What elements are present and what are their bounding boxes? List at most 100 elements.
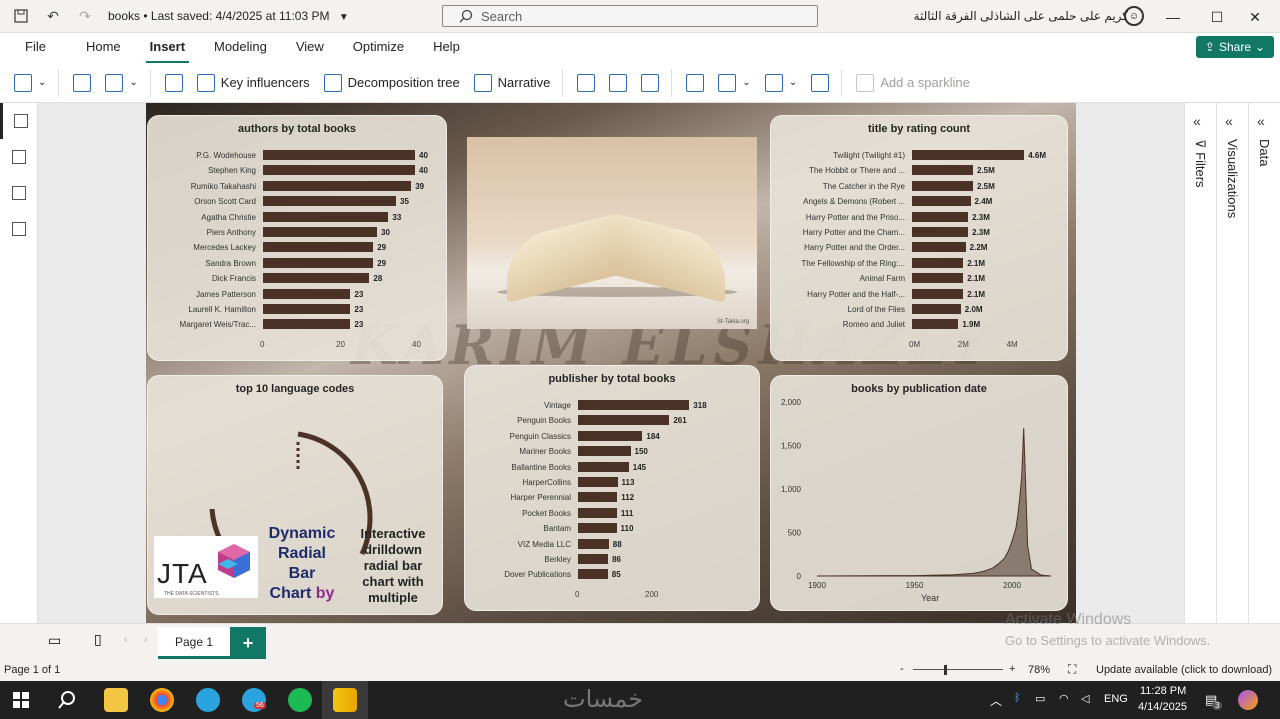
- fit-page-icon[interactable]: ⛶: [1068, 662, 1076, 677]
- telegram-icon[interactable]: [196, 688, 220, 712]
- area-chart[interactable]: 0 500 1,000 1,500 2,000 1900 1950 2000 Year: [771, 376, 1069, 612]
- user-name[interactable]: كريم على حلمى على الشاذلى الفرقة الثالثة: [914, 9, 1128, 23]
- bar[interactable]: [578, 492, 618, 503]
- narrative-button[interactable]: Narrative: [473, 73, 550, 92]
- bar[interactable]: [912, 319, 959, 330]
- bar[interactable]: [263, 319, 351, 330]
- spotify-icon[interactable]: [288, 688, 312, 712]
- publication-date-card[interactable]: books by publication date 0 500 1,000 1,500…: [770, 375, 1068, 611]
- search-input[interactable]: Search: [442, 5, 818, 27]
- power-apps-button[interactable]: [609, 73, 628, 92]
- bar[interactable]: [263, 165, 415, 176]
- bar[interactable]: [263, 288, 351, 299]
- image-button[interactable]: [811, 73, 830, 92]
- bar[interactable]: [578, 507, 617, 518]
- volume-icon[interactable]: ◁: [1081, 692, 1089, 705]
- bar[interactable]: [578, 430, 643, 441]
- add-sparkline-button[interactable]: Add a sparkline: [856, 73, 970, 92]
- file-explorer-icon[interactable]: [104, 688, 128, 712]
- bar[interactable]: [912, 257, 964, 268]
- language-indicator[interactable]: ENG: [1104, 693, 1128, 705]
- bar[interactable]: [578, 538, 609, 549]
- battery-icon[interactable]: ▭: [1035, 692, 1045, 705]
- windows-start-icon[interactable]: [13, 692, 29, 708]
- bar[interactable]: [263, 304, 351, 314]
- zoom-slider[interactable]: [913, 669, 1003, 670]
- bluetooth-icon[interactable]: ᛒ: [1014, 692, 1021, 704]
- next-page-icon[interactable]: ›: [144, 634, 147, 645]
- bar[interactable]: [912, 273, 964, 284]
- bar[interactable]: [263, 180, 412, 191]
- report-view-icon[interactable]: [0, 103, 38, 139]
- menu-home[interactable]: Home: [82, 33, 125, 63]
- chevron-left-icon[interactable]: «: [1193, 113, 1201, 129]
- zoom-in-icon[interactable]: +: [1009, 663, 1015, 675]
- bar[interactable]: [578, 554, 609, 564]
- chevron-left-icon[interactable]: «: [1225, 113, 1233, 129]
- bar[interactable]: [263, 227, 377, 237]
- table-view-icon[interactable]: [0, 139, 38, 175]
- bar[interactable]: [578, 477, 618, 487]
- bar[interactable]: [578, 461, 629, 472]
- update-link[interactable]: Update available (click to download): [1096, 664, 1272, 676]
- desktop-layout-icon[interactable]: ▭: [48, 632, 61, 649]
- bar[interactable]: [578, 446, 631, 457]
- bar[interactable]: [912, 180, 973, 191]
- mobile-layout-icon[interactable]: ▯: [94, 631, 102, 648]
- menu-file[interactable]: File: [21, 33, 50, 63]
- model-view-icon[interactable]: [0, 175, 38, 211]
- zoom-level[interactable]: 78%: [1028, 664, 1050, 676]
- avatar[interactable]: ☺: [1124, 6, 1144, 26]
- text-box-button[interactable]: [686, 73, 705, 92]
- maximize-icon[interactable]: ☐: [1206, 6, 1228, 28]
- chevron-down-icon[interactable]: ▼: [339, 12, 349, 23]
- menu-help[interactable]: Help: [429, 33, 464, 63]
- add-page-button[interactable]: +: [230, 627, 266, 659]
- dax-query-icon[interactable]: [0, 211, 38, 247]
- document-title[interactable]: books • Last saved: 4/4/2025 at 11:03 PM…: [108, 9, 349, 23]
- buttons-button[interactable]: ⌄: [718, 73, 751, 92]
- menu-insert[interactable]: Insert: [145, 33, 190, 63]
- telegram-desktop-icon[interactable]: 56: [242, 688, 266, 712]
- paginated-report-button[interactable]: [577, 73, 596, 92]
- decomposition-tree-button[interactable]: Decomposition tree: [323, 73, 460, 92]
- qa-button[interactable]: [164, 73, 183, 92]
- bar[interactable]: [578, 569, 608, 580]
- publisher-chart-card[interactable]: publisher by total books Vintage 318 Pengu…: [464, 365, 760, 611]
- visualizations-pane[interactable]: « Visualizations: [1216, 103, 1248, 623]
- bar[interactable]: [578, 523, 617, 534]
- new-visual-button[interactable]: ⌄: [14, 73, 46, 92]
- copilot-icon[interactable]: [1238, 690, 1258, 710]
- page-tab[interactable]: Page 1: [158, 627, 230, 659]
- bar[interactable]: [912, 242, 966, 253]
- power-automate-button[interactable]: [641, 73, 660, 92]
- redo-icon[interactable]: ↷: [74, 5, 96, 27]
- zoom-out-icon[interactable]: -: [900, 663, 904, 675]
- bar[interactable]: [263, 273, 370, 284]
- bar[interactable]: [263, 150, 415, 160]
- menu-view[interactable]: View: [292, 33, 328, 63]
- bar[interactable]: [263, 196, 396, 207]
- rating-chart-card[interactable]: title by rating count Twilight (Twilight…: [770, 115, 1068, 361]
- save-icon[interactable]: [10, 5, 32, 27]
- bar[interactable]: [912, 165, 973, 176]
- more-visuals-button[interactable]: ⌄: [105, 73, 138, 92]
- wifi-icon[interactable]: ◠: [1059, 692, 1069, 705]
- tray-expand-icon[interactable]: ︿: [990, 692, 1002, 709]
- bar[interactable]: [263, 242, 374, 253]
- clock-time[interactable]: 11:28 PM: [1140, 685, 1186, 697]
- filters-pane[interactable]: « ⊽ Filters: [1184, 103, 1216, 623]
- bar[interactable]: [263, 257, 374, 268]
- chevron-left-icon[interactable]: «: [1257, 113, 1265, 129]
- undo-icon[interactable]: ↶: [42, 5, 64, 27]
- area-series[interactable]: [816, 428, 1052, 577]
- menu-modeling[interactable]: Modeling: [210, 33, 271, 63]
- minimize-icon[interactable]: —: [1162, 6, 1184, 28]
- bar[interactable]: [578, 400, 690, 410]
- chrome-icon[interactable]: [150, 688, 174, 712]
- key-influencers-button[interactable]: Key influencers: [196, 73, 310, 92]
- bar[interactable]: [912, 196, 971, 207]
- bar[interactable]: [912, 150, 1025, 160]
- bar[interactable]: [263, 211, 389, 222]
- data-pane[interactable]: « Data: [1248, 103, 1280, 623]
